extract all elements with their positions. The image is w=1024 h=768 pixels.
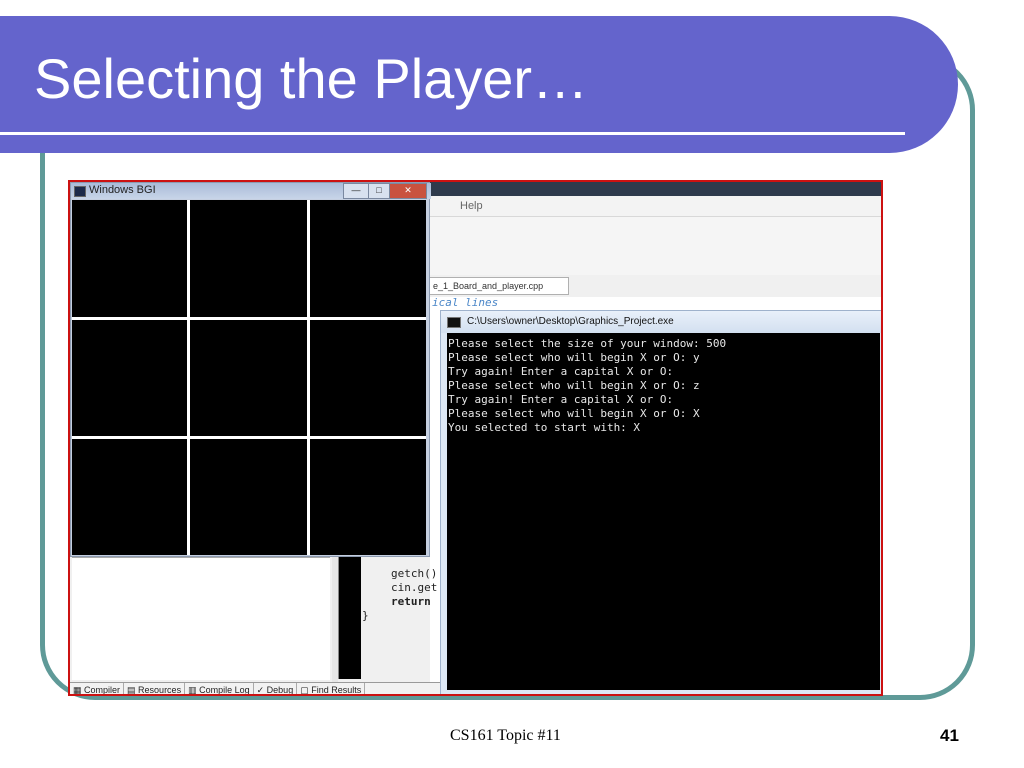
console-line: Please select who will begin X or O: X bbox=[448, 407, 700, 420]
ide-toolbar bbox=[430, 217, 881, 275]
tab-resources[interactable]: ▤ Resources bbox=[124, 683, 186, 694]
console-window: C:\Users\owner\Desktop\Graphics_Project.… bbox=[440, 310, 881, 694]
tab-compile-log[interactable]: ▥ Compile Log bbox=[185, 683, 254, 694]
console-titlebar[interactable]: C:\Users\owner\Desktop\Graphics_Project.… bbox=[441, 311, 881, 333]
bottom-tabs: ▦ Compiler ▤ Resources ▥ Compile Log ✓ Debu… bbox=[70, 682, 442, 694]
maximize-button[interactable]: □ bbox=[368, 183, 390, 199]
screenshot: Help e_1_Board_and_player.cpp ical lines… bbox=[68, 180, 883, 696]
code-line: return bbox=[391, 595, 431, 608]
menu-help[interactable]: Help bbox=[460, 200, 483, 212]
project-pane bbox=[72, 557, 330, 680]
console-line: Please select the size of your window: 5… bbox=[448, 337, 727, 350]
console-window-title: C:\Users\owner\Desktop\Graphics_Project.… bbox=[467, 316, 674, 327]
code-line: cin.get bbox=[391, 581, 438, 594]
slide-page-number: 41 bbox=[940, 726, 959, 745]
bgi-window-title: Windows BGI bbox=[89, 184, 156, 196]
editor-gutter bbox=[338, 557, 361, 679]
grid-line-horizontal bbox=[72, 317, 426, 320]
bgi-app-icon bbox=[74, 186, 86, 197]
minimize-button[interactable]: — bbox=[343, 183, 369, 199]
console-line: Try again! Enter a capital X or O: bbox=[448, 365, 674, 378]
ide-titlebar bbox=[430, 182, 881, 196]
code-line: } bbox=[362, 609, 369, 622]
code-line: getch() bbox=[391, 567, 438, 580]
slide-title: Selecting the Player… bbox=[34, 47, 589, 110]
bgi-titlebar[interactable]: Windows BGI — □ ✕ bbox=[71, 183, 431, 199]
console-output[interactable]: Please select the size of your window: 5… bbox=[447, 333, 880, 690]
grid-line-vertical bbox=[187, 200, 190, 555]
console-line: You selected to start with: X bbox=[448, 421, 641, 434]
bgi-window: Windows BGI — □ ✕ bbox=[70, 182, 431, 557]
grid-line-vertical bbox=[307, 200, 310, 555]
slide-footer: CS161 Topic #11 bbox=[450, 727, 561, 744]
console-line: Please select who will begin X or O: y bbox=[448, 351, 700, 364]
console-app-icon bbox=[447, 317, 461, 328]
title-underline bbox=[0, 132, 905, 135]
code-line: ical lines bbox=[432, 296, 499, 309]
tab-compiler[interactable]: ▦ Compiler bbox=[70, 683, 125, 694]
close-button[interactable]: ✕ bbox=[389, 183, 427, 199]
console-line: Try again! Enter a capital X or O: bbox=[448, 393, 674, 406]
tab-find-results[interactable]: ▢ Find Results bbox=[297, 683, 366, 694]
tab-debug[interactable]: ✓ Debug bbox=[254, 683, 298, 694]
grid-line-horizontal bbox=[72, 436, 426, 439]
editor-file-tab[interactable]: e_1_Board_and_player.cpp bbox=[428, 277, 569, 295]
console-line: Please select who will begin X or O: z bbox=[448, 379, 700, 392]
ide-menubar: Help bbox=[430, 196, 881, 217]
board-canvas[interactable] bbox=[72, 200, 426, 555]
